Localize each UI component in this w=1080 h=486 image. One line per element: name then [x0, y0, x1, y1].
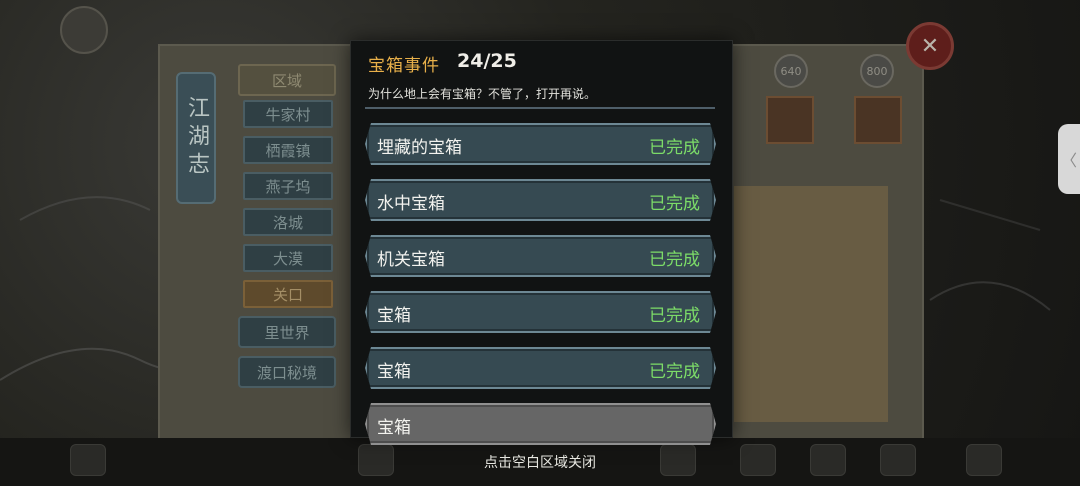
map-sketch-area: [734, 186, 888, 422]
event-status: 已完成: [649, 362, 700, 382]
event-row[interactable]: 水中宝箱 已完成: [365, 179, 716, 221]
close-hint[interactable]: 点击空白区域关闭: [0, 452, 1080, 472]
chevron-left-icon[interactable]: 〈: [1058, 124, 1080, 194]
reward-icon[interactable]: [766, 96, 814, 144]
event-name: 埋藏的宝箱: [377, 138, 462, 158]
event-name: 宝箱: [377, 306, 411, 326]
ferry-secret-realm-button[interactable]: 渡口秘境: [238, 356, 336, 388]
event-status: 已完成: [649, 138, 700, 158]
region-item[interactable]: 大漠: [243, 244, 333, 272]
region-item[interactable]: 洛城: [243, 208, 333, 236]
event-status: 已完成: [649, 194, 700, 214]
event-name: 宝箱: [377, 418, 411, 438]
inner-world-button[interactable]: 里世界: [238, 316, 336, 348]
score-chip: 800: [860, 54, 894, 88]
event-list: 埋藏的宝箱 已完成 水中宝箱 已完成 机关宝箱 已完成 宝箱 已完成 宝箱 已完…: [365, 123, 716, 459]
event-row[interactable]: 宝箱 已完成: [365, 347, 716, 389]
reward-icon[interactable]: [854, 96, 902, 144]
event-status: 已完成: [649, 306, 700, 326]
region-item[interactable]: 栖霞镇: [243, 136, 333, 164]
event-row-locked[interactable]: 宝箱: [365, 403, 716, 445]
jianghu-banner: 江湖志: [176, 72, 216, 204]
modal-progress: 24/25: [457, 50, 517, 72]
event-name: 机关宝箱: [377, 250, 445, 270]
region-tab[interactable]: 区域: [238, 64, 336, 96]
treasure-event-modal: 宝箱事件 24/25 为什么地上会有宝箱？不管了，打开再说。 埋藏的宝箱 已完成…: [350, 40, 733, 438]
event-row[interactable]: 机关宝箱 已完成: [365, 235, 716, 277]
close-x-icon[interactable]: ✕: [906, 22, 954, 70]
event-name: 宝箱: [377, 362, 411, 382]
region-column: 区域 牛家村 栖霞镇 燕子坞 洛城 大漠 关口 里世界 渡口秘境: [238, 64, 336, 388]
region-item-active[interactable]: 关口: [243, 280, 333, 308]
modal-title: 宝箱事件: [368, 56, 440, 76]
event-name: 水中宝箱: [377, 194, 445, 214]
player-avatar[interactable]: [60, 6, 108, 54]
region-item[interactable]: 牛家村: [243, 100, 333, 128]
score-chip: 640: [774, 54, 808, 88]
event-row[interactable]: 埋藏的宝箱 已完成: [365, 123, 716, 165]
region-item[interactable]: 燕子坞: [243, 172, 333, 200]
modal-description: 为什么地上会有宝箱？不管了，打开再说。: [368, 87, 597, 101]
event-row[interactable]: 宝箱 已完成: [365, 291, 716, 333]
event-status: 已完成: [649, 250, 700, 270]
divider: [365, 107, 715, 109]
